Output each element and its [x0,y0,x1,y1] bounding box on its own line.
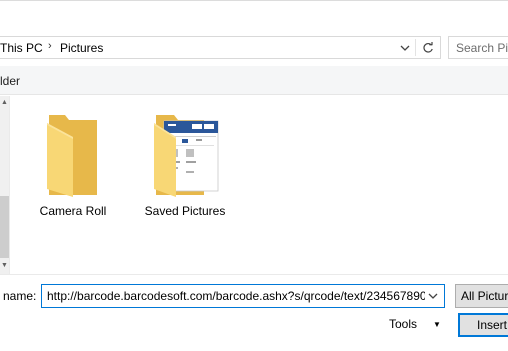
folder-with-document-icon [154,115,219,197]
folder-icon [47,115,97,197]
window-top-edge [0,0,508,1]
tools-menu-button[interactable]: Tools ▼ [385,312,447,336]
scroll-up-arrow-icon[interactable]: ▲ [0,98,9,108]
file-name-input[interactable]: http://barcode.barcodesoft.com/barcode.a… [41,284,445,308]
folder-label: Camera Roll [39,204,107,218]
pane-divider[interactable] [9,96,10,274]
file-name-label: name: [3,289,37,303]
search-input[interactable]: Search Pic [448,36,508,59]
file-type-select[interactable]: All Pictures [455,284,508,308]
folder-item-saved-pictures[interactable]: Saved Pictures [135,99,235,219]
breadcrumb-separator[interactable]: › [48,40,52,52]
address-history-button[interactable] [394,37,415,58]
scroll-down-arrow-icon[interactable]: ▼ [0,261,9,271]
folder-item-camera-roll[interactable]: Camera Roll [23,99,123,219]
dropdown-arrow-icon: ▼ [433,319,441,329]
tools-label: Tools [389,317,418,331]
refresh-icon [423,41,433,53]
file-name-dropdown-button[interactable] [424,285,442,307]
insert-button[interactable]: Insert [458,313,508,337]
command-toolbar: lder [0,66,508,95]
refresh-button[interactable] [417,37,439,58]
chevron-down-icon [428,293,438,299]
address-bar[interactable]: This PC › Pictures [0,36,441,59]
address-divider [415,39,416,56]
bottom-separator [0,274,508,275]
folder-label: Saved Pictures [144,204,226,218]
chevron-down-icon [400,45,409,51]
breadcrumb-this-pc[interactable]: This PC [0,41,43,55]
new-folder-button[interactable]: lder [0,74,20,88]
scrollbar-thumb[interactable] [0,196,9,258]
breadcrumb-pictures[interactable]: Pictures [60,41,103,55]
file-name-value[interactable]: http://barcode.barcodesoft.com/barcode.a… [47,289,425,303]
